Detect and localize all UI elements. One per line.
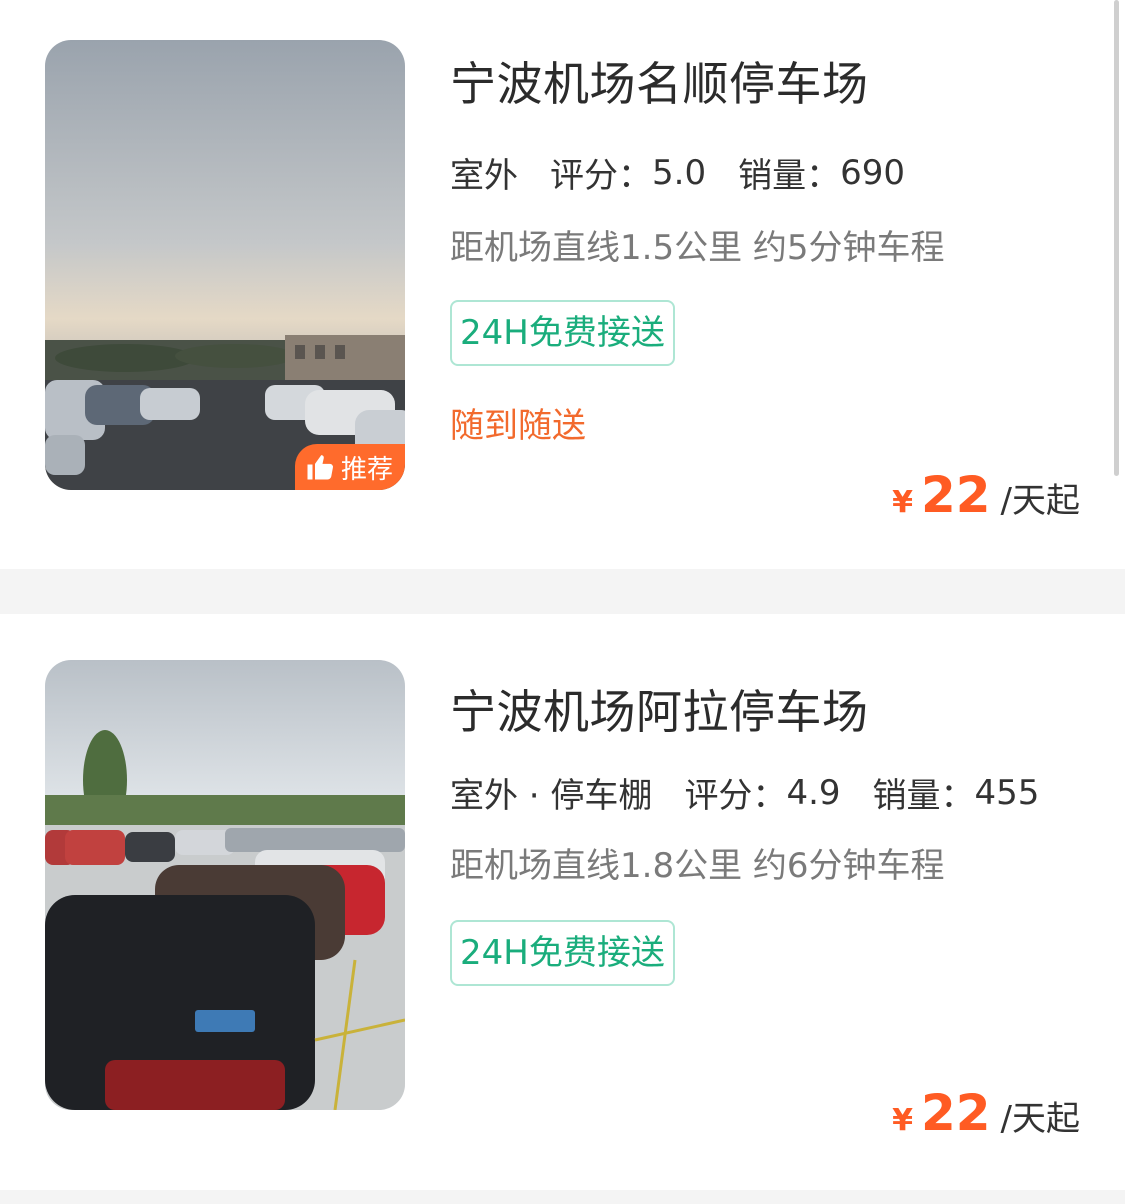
- price-unit: /天起: [1000, 481, 1080, 521]
- parking-list-page: 推荐 宁波机场名顺停车场 室外 评分： 5.0 销量： 690 距机场直线1.5…: [0, 0, 1125, 1204]
- parking-lot-name[interactable]: 宁波机场阿拉停车场: [450, 676, 869, 742]
- thumbs-up-icon: [307, 455, 333, 480]
- sales-label: 销量：: [738, 156, 841, 196]
- price-currency: ¥: [892, 1103, 913, 1138]
- scrollbar[interactable]: [1114, 0, 1119, 476]
- price-currency: ¥: [892, 485, 913, 520]
- listing-meta: 室外 · 停车棚 评分： 4.9 销量： 455: [450, 768, 1071, 821]
- parking-lot-photo[interactable]: 推荐: [45, 40, 405, 490]
- sales-value: 690: [840, 152, 905, 193]
- parking-photo-dusk: [45, 40, 405, 490]
- shuttle-service-tag: 24H免费接送: [450, 920, 675, 986]
- rating-label: 评分：: [550, 156, 652, 196]
- card-separator: [0, 1190, 1125, 1204]
- listing-meta: 室外 评分： 5.0 销量： 690: [450, 148, 937, 201]
- price-amount: 22: [920, 466, 991, 524]
- listing-card[interactable]: 宁波机场阿拉停车场 室外 · 停车棚 评分： 4.9 销量： 455 距机场直线…: [0, 614, 1125, 1190]
- airport-distance: 距机场直线1.5公里 约5分钟车程: [450, 228, 945, 268]
- recommend-badge-label: 推荐: [340, 454, 393, 485]
- shuttle-service-tag: 24H免费接送: [450, 300, 675, 366]
- airport-distance: 距机场直线1.8公里 约6分钟车程: [450, 846, 945, 886]
- recommend-badge: 推荐: [294, 444, 405, 490]
- card-separator: [0, 569, 1125, 614]
- sales-value: 455: [974, 772, 1040, 813]
- price: ¥ 22 /天起: [892, 466, 1080, 524]
- rating-value: 4.9: [786, 772, 841, 813]
- price-amount: 22: [920, 1084, 991, 1142]
- price: ¥ 22 /天起: [892, 1084, 1080, 1142]
- rating-value: 5.0: [652, 152, 707, 193]
- service-note: 随到随送: [450, 406, 586, 446]
- price-unit: /天起: [1000, 1099, 1080, 1139]
- parking-type-tag: 室外: [450, 148, 518, 201]
- sales-label: 销量：: [872, 776, 975, 816]
- rating-label: 评分：: [684, 776, 787, 816]
- parking-lot-name[interactable]: 宁波机场名顺停车场: [450, 48, 869, 114]
- parking-type-tag: 室外 · 停车棚: [450, 768, 653, 821]
- parking-photo-day: [45, 660, 405, 1110]
- parking-lot-photo[interactable]: [45, 660, 405, 1110]
- listing-card[interactable]: 推荐 宁波机场名顺停车场 室外 评分： 5.0 销量： 690 距机场直线1.5…: [0, 0, 1125, 569]
